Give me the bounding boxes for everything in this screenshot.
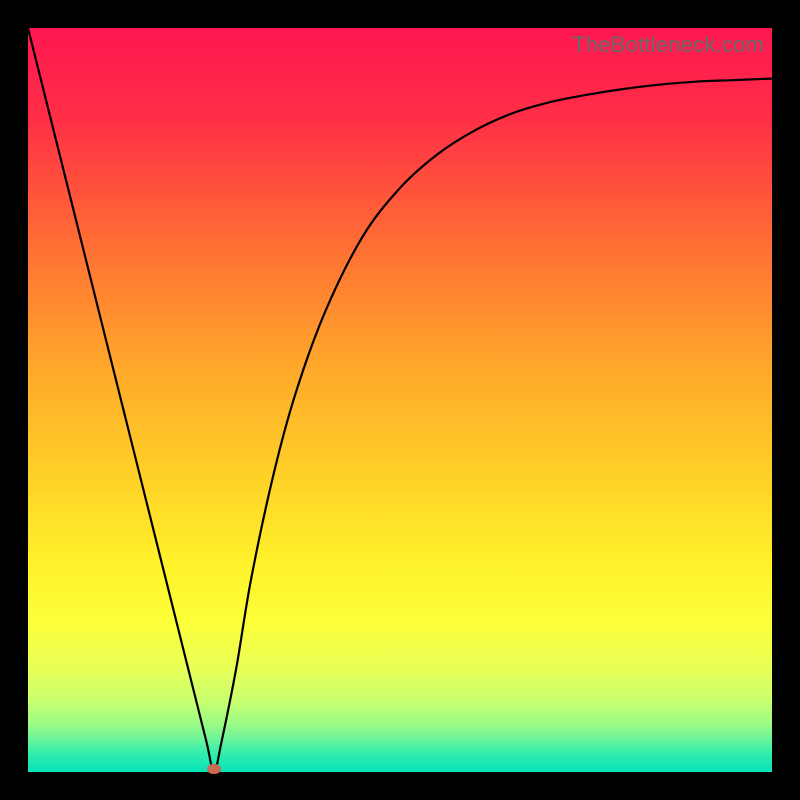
plot-area: TheBottleneck.com	[28, 28, 772, 772]
bottleneck-curve	[28, 28, 772, 772]
optimum-marker	[207, 764, 221, 774]
